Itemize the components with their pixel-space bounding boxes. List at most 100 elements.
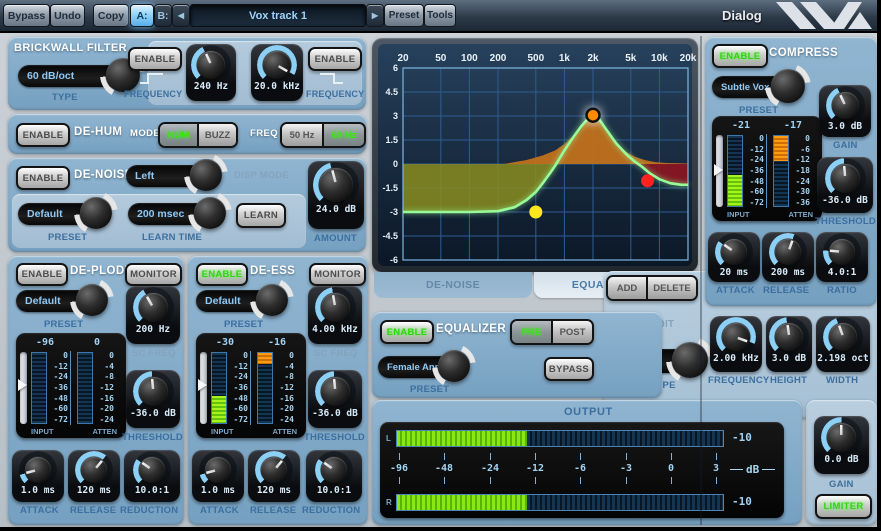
deess-preset-knob[interactable]: [256, 284, 288, 316]
compress-preset-label: PRESET: [739, 105, 778, 116]
compress-ratio-label: RATIO: [827, 285, 857, 296]
deess-threshold-knob[interactable]: [321, 377, 350, 406]
deess-release-knob[interactable]: [261, 457, 287, 483]
compress-preset-knob[interactable]: [771, 69, 805, 103]
denoise-learn-button[interactable]: LEARN: [236, 203, 286, 228]
compress-ratio-knob-housing: 4.0:1: [816, 232, 868, 282]
output-scale-tick: -96: [382, 463, 416, 474]
deplode-threshold-slider[interactable]: [20, 352, 27, 424]
output-gain-knob[interactable]: [827, 423, 856, 452]
deess-enable-button[interactable]: ENABLE: [196, 263, 248, 286]
prev-preset-icon[interactable]: ◀: [172, 4, 190, 27]
denoise-amount-knob[interactable]: [319, 168, 353, 202]
deplode-monitor-button[interactable]: MONITOR: [125, 263, 182, 286]
deess-reduction-knob[interactable]: [321, 457, 347, 483]
deess-attack-label: ATTACK: [200, 505, 239, 516]
deplode-preset-label: PRESET: [44, 319, 83, 330]
compress-release-knob[interactable]: [775, 239, 801, 265]
ab-b-button[interactable]: B:: [154, 4, 172, 27]
denoise-enable-button[interactable]: ENABLE: [16, 166, 70, 190]
dehum-hum-option[interactable]: HUM: [160, 124, 197, 146]
compress-threshold-knob[interactable]: [831, 164, 860, 193]
deess-threshold-marker[interactable]: [198, 379, 207, 391]
high-shelf-band-handle[interactable]: [641, 174, 654, 187]
deess-scfreq-knob-housing: 4.00 kHz: [308, 286, 362, 344]
dehum-60hz-option[interactable]: 60 Hz: [322, 124, 364, 146]
dehum-mode-toggle: HUM BUZZ: [158, 122, 238, 148]
deplode-input-readout: -96: [19, 337, 71, 350]
deess-attack-knob[interactable]: [205, 457, 231, 483]
equalizer-preset-knob[interactable]: [438, 350, 470, 382]
dehum-enable-button[interactable]: ENABLE: [16, 123, 70, 147]
lowpass-freq-knob[interactable]: [263, 51, 291, 79]
equalizer-pre-option[interactable]: PRE: [512, 321, 551, 343]
dehum-50hz-option[interactable]: 50 Hz: [282, 124, 322, 146]
compress-threshold-slider[interactable]: [716, 135, 723, 207]
output-scale-unit: dB: [730, 463, 775, 476]
equalizer-enable-button[interactable]: ENABLE: [380, 320, 434, 344]
deplode-release-knob[interactable]: [81, 457, 107, 483]
preset-display[interactable]: Vox track 1: [190, 4, 366, 27]
next-preset-icon[interactable]: ▶: [366, 4, 384, 27]
limiter-button[interactable]: LIMITER: [815, 494, 872, 519]
equalizer-bypass-button[interactable]: BYPASS: [544, 357, 594, 381]
compress-ratio-knob[interactable]: [829, 239, 855, 265]
svg-text:20k: 20k: [680, 53, 697, 64]
output-meter-block: L -10 -96 -48 -24 -12 -6 -3 0 3 dB R -10: [380, 422, 784, 518]
deplode-threshold-marker[interactable]: [18, 379, 27, 391]
highpass-enable-button[interactable]: ENABLE: [128, 47, 182, 71]
denoise-preset-knob[interactable]: [80, 197, 112, 229]
deess-scfreq-label: SC FREQ: [314, 348, 358, 359]
tools-menu-button[interactable]: Tools: [424, 4, 456, 27]
compress-threshold-marker[interactable]: [714, 164, 723, 176]
deess-input-readout: -30: [199, 337, 251, 350]
deess-preset-value: Default: [205, 295, 241, 307]
band-type-knob[interactable]: [672, 342, 708, 378]
compress-gain-knob[interactable]: [832, 92, 859, 119]
equalizer-preset-label: PRESET: [410, 384, 449, 395]
bypass-button[interactable]: Bypass: [3, 4, 50, 27]
dehum-buzz-option[interactable]: BUZZ: [197, 124, 236, 146]
compress-attack-knob-housing: 20 ms: [708, 232, 760, 282]
output-title: OUTPUT: [564, 406, 613, 418]
denoise-learn-time-knob[interactable]: [194, 197, 226, 229]
deplode-attack-knob[interactable]: [25, 457, 51, 483]
deess-scfreq-knob[interactable]: [321, 293, 350, 322]
deplode-scfreq-knob[interactable]: [139, 293, 168, 322]
ab-a-button[interactable]: A:: [130, 4, 154, 27]
band-add-button[interactable]: ADD: [608, 277, 646, 299]
deplode-enable-button[interactable]: ENABLE: [16, 263, 68, 286]
undo-button[interactable]: Undo: [50, 4, 85, 27]
band-frequency-knob[interactable]: [722, 323, 750, 351]
highpass-freq-knob[interactable]: [197, 51, 225, 79]
equalizer-title: EQUALIZER: [436, 323, 506, 335]
copy-button[interactable]: Copy: [93, 4, 129, 27]
parametric-band-handle[interactable]: [587, 109, 600, 122]
preset-menu-button[interactable]: Preset: [384, 4, 424, 27]
band-width-knob[interactable]: [829, 323, 857, 351]
brickwall-type-value: 60 dB/oct: [27, 70, 74, 82]
deplode-reduction-knob[interactable]: [139, 457, 165, 483]
tab-denoise[interactable]: DE-NOISE: [374, 272, 532, 298]
band-delete-button[interactable]: DELETE: [646, 277, 696, 299]
deess-monitor-button[interactable]: MONITOR: [309, 263, 366, 286]
compress-enable-button[interactable]: ENABLE: [712, 44, 768, 68]
equalizer-post-option[interactable]: POST: [551, 321, 592, 343]
deplode-threshold-knob[interactable]: [139, 377, 168, 406]
dehum-freq-label: FREQ: [250, 128, 278, 139]
output-right-channel-label: R: [386, 498, 392, 507]
output-scale-tick: -6: [563, 463, 597, 474]
denoise-disp-knob[interactable]: [190, 159, 222, 191]
compress-attack-knob[interactable]: [721, 239, 747, 265]
svg-text:-4.5: -4.5: [382, 231, 398, 241]
deess-threshold-slider[interactable]: [200, 352, 207, 424]
band-height-knob[interactable]: [775, 323, 803, 351]
deplode-preset-knob[interactable]: [76, 284, 108, 316]
equalizer-pre-post-toggle: PRE POST: [510, 319, 594, 345]
eq-graph[interactable]: 20501002005001k2k5k10k20k64.531.50-1.5-3…: [372, 38, 698, 272]
lowpass-enable-button[interactable]: ENABLE: [308, 47, 362, 71]
compress-atten-meter: [773, 135, 789, 207]
svg-text:1.5: 1.5: [385, 135, 398, 145]
low-shelf-band-handle[interactable]: [529, 206, 542, 219]
denoise-preset-label: PRESET: [48, 232, 87, 243]
